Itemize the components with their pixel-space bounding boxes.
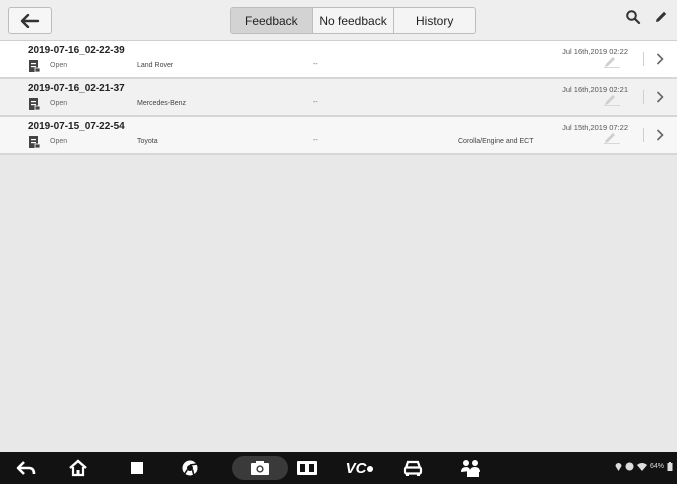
nav-car-button[interactable] xyxy=(399,452,427,484)
car-icon xyxy=(403,460,423,476)
battery-icon xyxy=(667,462,673,471)
record-status: Open xyxy=(50,138,68,145)
browser-icon xyxy=(182,460,198,477)
list-item[interactable]: 2019-07-15_07-22-54 Jul 15th,2019 07:22 … xyxy=(0,117,677,155)
chevron-right-icon[interactable] xyxy=(656,128,664,146)
record-detail: -- xyxy=(313,99,318,106)
location-icon xyxy=(615,463,622,471)
tab-no-feedback[interactable]: No feedback xyxy=(313,8,395,33)
record-status: Open xyxy=(50,62,68,69)
tab-feedback[interactable]: Feedback xyxy=(231,8,313,33)
nav-display-button[interactable] xyxy=(293,452,321,484)
record-detail: -- xyxy=(313,137,318,144)
nav-remote-expert-button[interactable] xyxy=(456,452,484,484)
back-button[interactable] xyxy=(8,7,52,34)
record-title: 2019-07-16_02-22-39 xyxy=(28,45,125,56)
list-item[interactable]: 2019-07-16_02-22-39 Jul 16th,2019 02:22 … xyxy=(0,41,677,79)
document-icon xyxy=(29,59,41,77)
document-icon xyxy=(29,135,41,153)
remote-expert-icon xyxy=(461,460,480,477)
display-icon xyxy=(297,461,317,475)
divider xyxy=(643,128,644,142)
vci-icon xyxy=(367,466,374,472)
edit-icon[interactable] xyxy=(602,55,622,73)
edit-icon[interactable] xyxy=(602,93,622,111)
toolbar-actions xyxy=(625,9,669,25)
status-area: 64% xyxy=(615,462,673,471)
sync-icon xyxy=(625,462,634,471)
battery-text: 64% xyxy=(649,463,664,470)
feedback-list: 2019-07-16_02-22-39 Jul 16th,2019 02:22 … xyxy=(0,41,677,155)
chevron-right-icon[interactable] xyxy=(656,90,664,108)
top-toolbar: Feedback No feedback History xyxy=(0,0,677,41)
nav-vci-button[interactable]: VC xyxy=(342,452,378,484)
record-title: 2019-07-16_02-21-37 xyxy=(28,83,125,94)
recent-apps-icon xyxy=(131,462,143,474)
record-brand: Mercedes-Benz xyxy=(137,100,187,107)
document-icon xyxy=(29,97,41,115)
nav-browser-button[interactable] xyxy=(176,452,204,484)
record-system: Corolla/Engine and ECT xyxy=(458,138,534,145)
record-status: Open xyxy=(50,100,68,107)
tab-history[interactable]: History xyxy=(394,8,475,33)
nav-recent-button[interactable] xyxy=(123,452,151,484)
system-navbar: VC 64% xyxy=(0,452,677,484)
wifi-icon xyxy=(636,462,647,471)
search-icon[interactable] xyxy=(625,9,641,25)
nav-camera-button[interactable] xyxy=(246,452,274,484)
record-detail: -- xyxy=(313,61,318,68)
nav-back-button[interactable] xyxy=(12,452,40,484)
record-brand: Toyota xyxy=(137,138,158,145)
edit-icon[interactable] xyxy=(602,131,622,149)
divider xyxy=(643,52,644,66)
chevron-right-icon[interactable] xyxy=(656,52,664,70)
tab-group: Feedback No feedback History xyxy=(230,7,476,34)
record-title: 2019-07-15_07-22-54 xyxy=(28,121,125,132)
list-item[interactable]: 2019-07-16_02-21-37 Jul 16th,2019 02:21 … xyxy=(0,79,677,117)
divider xyxy=(643,90,644,104)
vci-label: VC xyxy=(345,459,367,477)
camera-icon xyxy=(251,461,269,475)
back-arrow-icon xyxy=(20,13,40,28)
record-brand: Land Rover xyxy=(137,62,174,69)
nav-home-button[interactable] xyxy=(64,452,92,484)
home-icon xyxy=(69,459,87,477)
back-icon xyxy=(16,461,36,475)
edit-pencil-icon[interactable] xyxy=(653,9,669,25)
